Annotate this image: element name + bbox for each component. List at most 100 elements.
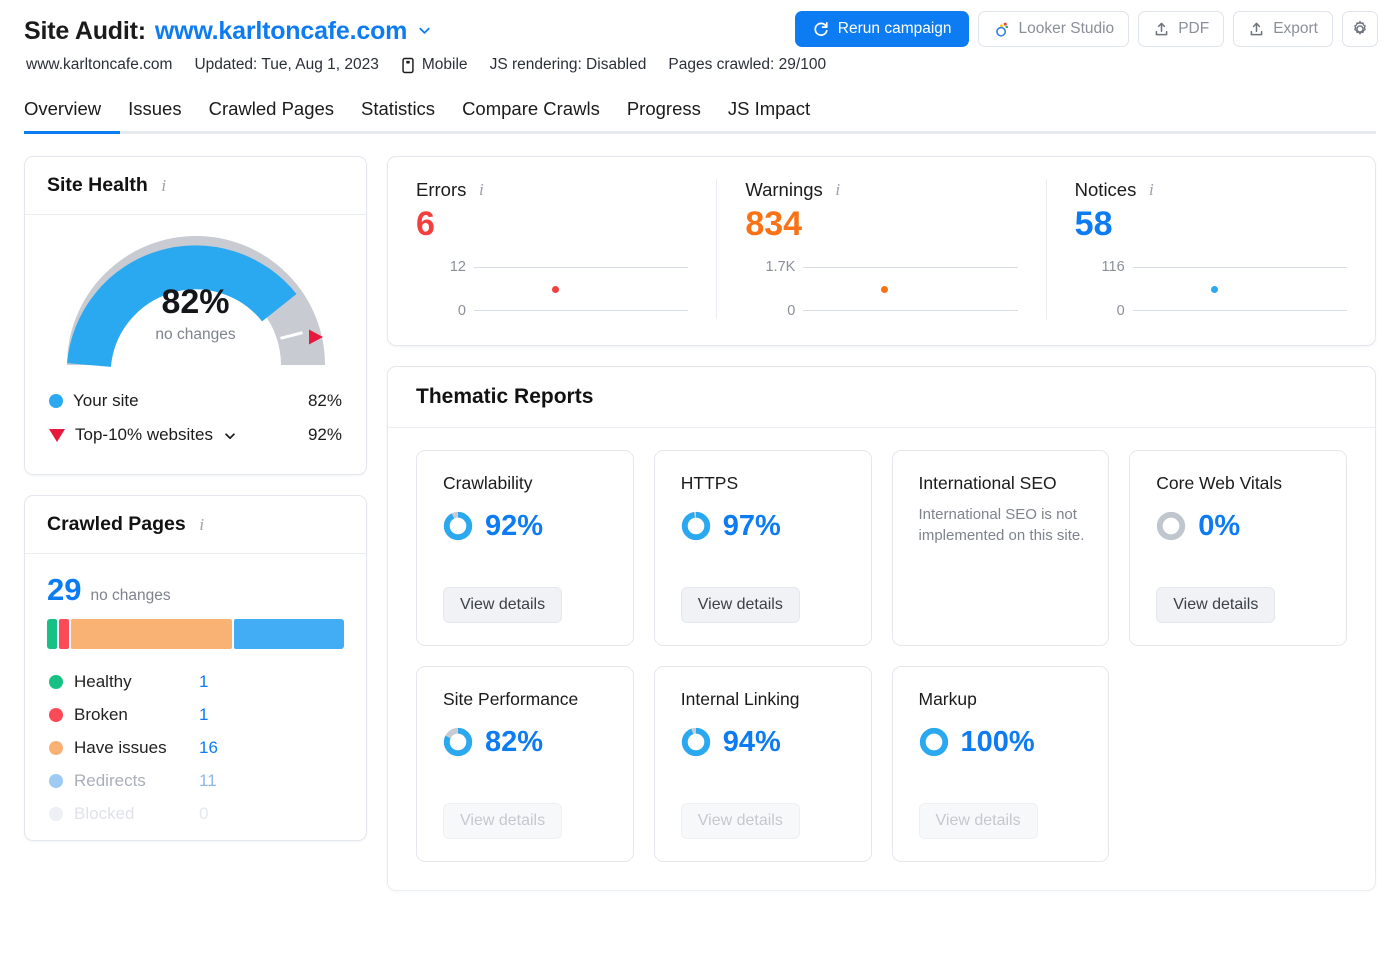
report-score-markup: 100%	[919, 726, 1087, 759]
report-card-crawlability[interactable]: Crawlability 92% View details	[416, 449, 634, 646]
list-item-blocked[interactable]: Blocked 0	[47, 797, 344, 830]
stat-notices-sparkline: 116 0	[1075, 259, 1347, 319]
export-label: Export	[1273, 20, 1318, 37]
info-icon[interactable]: i	[195, 515, 209, 534]
tab-active-indicator	[24, 131, 120, 134]
looker-studio-label: Looker Studio	[1018, 20, 1115, 37]
view-details-button-https[interactable]: View details	[680, 586, 800, 623]
list-item-redirects[interactable]: Redirects 11	[47, 764, 344, 797]
legend-name-broken: Broken	[49, 705, 199, 725]
info-icon[interactable]: i	[474, 180, 488, 199]
view-details-button-crawlability[interactable]: View details	[443, 586, 563, 623]
site-health-legend: Your site 82% Top-10% websites 92%	[47, 384, 344, 452]
crawled-pages-body: 29 no changes Healthy 1 Broken 1 Have is…	[25, 554, 366, 840]
donut-chart-core-web-vitals	[1157, 512, 1186, 541]
legend-name-have-issues: Have issues	[49, 738, 199, 758]
tab-compare-crawls[interactable]: Compare Crawls	[462, 98, 600, 134]
info-icon[interactable]: i	[157, 176, 171, 195]
report-card-international-seo[interactable]: International SEO International SEO is n…	[891, 449, 1110, 646]
stat-errors-value: 6	[416, 205, 435, 243]
upload-icon	[1248, 21, 1265, 38]
thematic-reports-grid: Crawlability 92% View details HTTPS 97% …	[388, 428, 1375, 890]
meta-device: Mobile	[401, 56, 468, 74]
rerun-campaign-button[interactable]: Rerun campaign	[794, 11, 969, 47]
crawled-pages-card: Crawled Pages i 29 no changes Healthy 1 …	[24, 495, 367, 841]
tab-issues[interactable]: Issues	[128, 98, 181, 134]
view-details-button-core-web-vitals[interactable]: View details	[1156, 586, 1276, 623]
list-item-healthy[interactable]: Healthy 1	[47, 665, 344, 698]
stat-errors-header: Errors i	[416, 179, 688, 201]
dot-icon	[49, 740, 63, 755]
report-score-crawlability: 92%	[443, 510, 611, 543]
site-health-gauge: 82% no changes	[47, 233, 344, 368]
bar-segment-healthy	[47, 619, 57, 649]
thematic-reports-card: Thematic Reports Crawlability 92% View d…	[387, 365, 1376, 891]
view-details-button-markup[interactable]: View details	[918, 802, 1038, 839]
dot-icon	[49, 394, 63, 408]
tabs: Overview Issues Crawled Pages Statistics…	[24, 98, 1376, 134]
thematic-reports-header: Thematic Reports	[388, 367, 1375, 428]
page-title: Site Audit:	[24, 16, 146, 45]
page-header: Site Audit: www.karltoncafe.com Rerun ca…	[0, 0, 1400, 74]
looker-studio-icon	[993, 20, 1011, 38]
settings-button[interactable]	[1342, 11, 1378, 47]
crawled-pages-legend: Healthy 1 Broken 1 Have issues 16 Redire…	[47, 665, 344, 830]
site-audit-overview-page: Site Audit: www.karltoncafe.com Rerun ca…	[0, 0, 1400, 969]
chevron-down-icon[interactable]	[223, 429, 236, 442]
chevron-down-icon[interactable]	[417, 23, 430, 36]
view-details-button-site-performance[interactable]: View details	[443, 802, 563, 839]
legend-row-top10[interactable]: Top-10% websites 92%	[47, 418, 344, 452]
label-broken: Broken	[74, 704, 128, 724]
stat-notices[interactable]: Notices i 58 116 0	[1045, 179, 1375, 319]
gridline-bottom	[474, 309, 689, 311]
view-details-button-internal-linking[interactable]: View details	[680, 802, 800, 839]
tab-overview[interactable]: Overview	[24, 98, 101, 134]
gear-icon	[1351, 20, 1369, 38]
export-button[interactable]: Export	[1233, 11, 1333, 47]
meta-js-rendering: JS rendering: Disabled	[489, 56, 647, 73]
tab-js-impact[interactable]: JS Impact	[728, 98, 810, 134]
legend-row-your-site: Your site 82%	[47, 384, 344, 418]
label-redirects: Redirects	[74, 770, 146, 790]
stat-warnings-axis-bottom: 0	[787, 302, 796, 319]
report-percent-markup: 100%	[960, 725, 1035, 758]
meta-row: www.karltoncafe.com Updated: Tue, Aug 1,…	[24, 56, 1376, 74]
right-column: Errors i 6 12 0 Warnings i 834 1.7K 0 No…	[387, 156, 1376, 891]
report-score-site-performance: 82%	[443, 726, 611, 759]
report-card-https[interactable]: HTTPS 97% View details	[653, 449, 872, 646]
issue-summary-card: Errors i 6 12 0 Warnings i 834 1.7K 0 No…	[387, 156, 1376, 346]
crawled-pages-count: 29	[47, 572, 82, 607]
domain-selector[interactable]: www.karltoncafe.com	[155, 17, 407, 46]
report-grid-empty-slot	[1129, 666, 1347, 862]
data-point-notices	[1210, 285, 1218, 293]
donut-chart-markup	[919, 728, 948, 757]
list-item-have-issues[interactable]: Have issues 16	[47, 731, 344, 764]
dot-icon	[49, 707, 63, 722]
info-icon[interactable]: i	[1144, 180, 1158, 199]
pdf-button[interactable]: PDF	[1138, 11, 1225, 47]
report-card-core-web-vitals[interactable]: Core Web Vitals 0% View details	[1129, 449, 1347, 646]
gridline-top	[803, 266, 1018, 268]
report-title-site-performance: Site Performance	[443, 688, 579, 709]
report-card-internal-linking[interactable]: Internal Linking 94% View details	[653, 665, 872, 862]
tab-crawled-pages[interactable]: Crawled Pages	[209, 98, 334, 134]
looker-studio-button[interactable]: Looker Studio	[977, 11, 1130, 47]
list-item-broken[interactable]: Broken 1	[47, 698, 344, 731]
legend-label-top10: Top-10% websites	[49, 425, 308, 445]
gridline-bottom	[803, 309, 1018, 311]
site-health-body: 82% no changes Your site 82% Top-10% web…	[25, 215, 366, 474]
report-card-site-performance[interactable]: Site Performance 82% View details	[416, 665, 634, 862]
site-health-header: Site Health i	[25, 157, 366, 215]
report-percent-core-web-vitals: 0%	[1198, 509, 1241, 542]
value-blocked: 0	[199, 803, 209, 823]
tab-statistics[interactable]: Statistics	[361, 98, 435, 134]
stat-warnings[interactable]: Warnings i 834 1.7K 0	[716, 179, 1045, 319]
meta-device-label: Mobile	[421, 56, 468, 73]
info-icon[interactable]: i	[831, 180, 845, 199]
gridline-bottom	[1132, 309, 1347, 311]
tab-progress[interactable]: Progress	[627, 98, 701, 134]
report-card-markup[interactable]: Markup 100% View details	[891, 665, 1110, 862]
stat-errors[interactable]: Errors i 6 12 0	[388, 179, 716, 319]
mobile-icon	[401, 57, 415, 74]
donut-chart-crawlability	[443, 512, 473, 541]
